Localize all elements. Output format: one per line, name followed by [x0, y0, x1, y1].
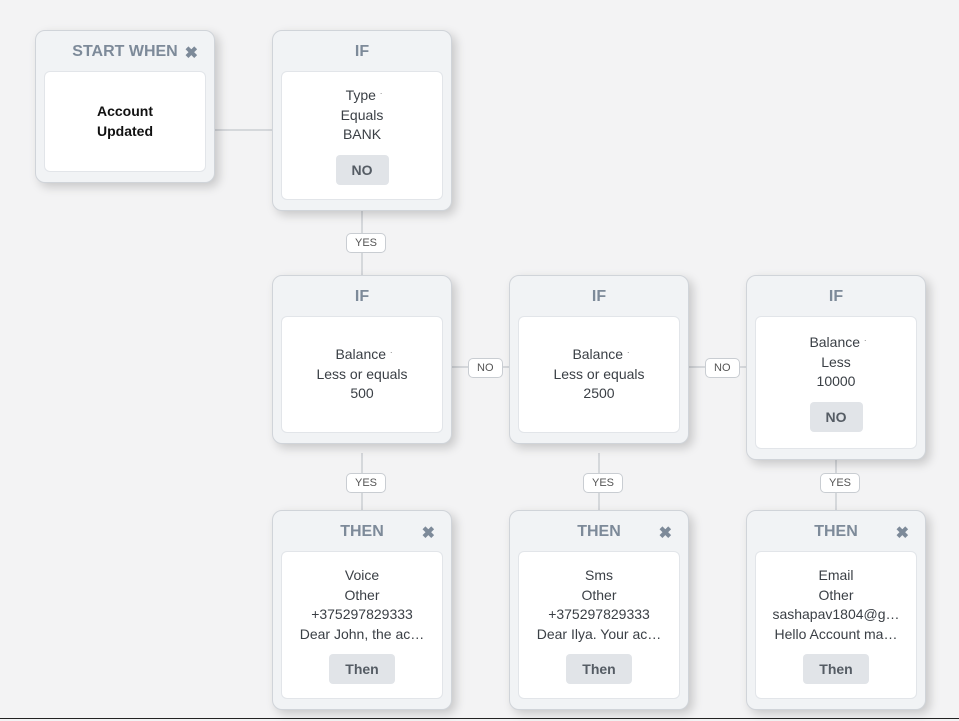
close-icon[interactable]: ✖: [422, 523, 435, 543]
then3-l1: Email: [766, 566, 906, 586]
then3-l2: Other: [766, 586, 906, 606]
node-then3-title: THEN: [814, 523, 858, 540]
then2-l1: Sms: [529, 566, 669, 586]
node-then1-header: THEN ✖: [281, 517, 443, 551]
node-if4-header: IF: [755, 282, 917, 316]
edge-label-yes-1: YES: [346, 233, 386, 253]
if3-op: Less or equals: [529, 365, 669, 385]
node-if2-header: IF: [281, 282, 443, 316]
close-icon[interactable]: ✖: [185, 43, 198, 63]
start-line1: Account: [97, 103, 153, 119]
node-if-1[interactable]: IF Type. Equals BANK NO: [272, 30, 452, 211]
edge-label-no-2: NO: [705, 358, 740, 378]
node-if-3[interactable]: IF Balance. Less or equals 2500: [509, 275, 689, 444]
node-then2-title: THEN: [577, 523, 621, 540]
if4-no-button[interactable]: NO: [810, 402, 863, 432]
edge-label-yes-4: YES: [820, 473, 860, 493]
if4-field: Balance: [809, 334, 860, 350]
dot-icon: .: [390, 345, 393, 355]
node-start-header: START WHEN ✖: [44, 37, 206, 71]
if4-op: Less: [766, 353, 906, 373]
node-if2-title: IF: [355, 288, 369, 305]
node-if4-title: IF: [829, 288, 843, 305]
then2-l3: +375297829333: [529, 605, 669, 625]
flow-canvas: START WHEN ✖ Account Updated IF Type. Eq…: [0, 0, 959, 721]
if1-no-button[interactable]: NO: [336, 155, 389, 185]
then3-l4: Hello Account ma…: [766, 625, 906, 645]
node-if4-body: Balance. Less 10000 NO: [755, 316, 917, 449]
then1-l2: Other: [292, 586, 432, 606]
dot-icon: .: [627, 345, 630, 355]
if1-value: BANK: [292, 125, 432, 145]
if2-value: 500: [292, 384, 432, 404]
close-icon[interactable]: ✖: [659, 523, 672, 543]
node-then3-header: THEN ✖: [755, 517, 917, 551]
if2-field: Balance: [335, 346, 386, 362]
node-start[interactable]: START WHEN ✖ Account Updated: [35, 30, 215, 183]
edge-label-yes-2: YES: [346, 473, 386, 493]
node-if1-title: IF: [355, 43, 369, 60]
node-then-3[interactable]: THEN ✖ Email Other sashapav1804@g… Hello…: [746, 510, 926, 710]
node-if2-body: Balance. Less or equals 500: [281, 316, 443, 433]
then1-button[interactable]: Then: [329, 654, 394, 684]
start-line2: Updated: [97, 123, 153, 139]
then3-l3: sashapav1804@g…: [766, 605, 906, 625]
if1-op: Equals: [292, 106, 432, 126]
node-start-body: Account Updated: [44, 71, 206, 172]
then2-button[interactable]: Then: [566, 654, 631, 684]
edge-label-yes-3: YES: [583, 473, 623, 493]
dot-icon: .: [380, 86, 383, 96]
footer-divider: [0, 718, 959, 719]
then1-l1: Voice: [292, 566, 432, 586]
close-icon[interactable]: ✖: [896, 523, 909, 543]
node-if-4[interactable]: IF Balance. Less 10000 NO: [746, 275, 926, 460]
then2-l2: Other: [529, 586, 669, 606]
if3-field: Balance: [572, 346, 623, 362]
then3-button[interactable]: Then: [803, 654, 868, 684]
node-if3-body: Balance. Less or equals 2500: [518, 316, 680, 433]
node-if1-header: IF: [281, 37, 443, 71]
if3-value: 2500: [529, 384, 669, 404]
node-then2-body: Sms Other +375297829333 Dear Ilya. Your …: [518, 551, 680, 699]
if1-field: Type: [346, 87, 376, 103]
dot-icon: .: [864, 333, 867, 343]
node-then2-header: THEN ✖: [518, 517, 680, 551]
node-if3-title: IF: [592, 288, 606, 305]
then1-l4: Dear John, the ac…: [292, 625, 432, 645]
if2-op: Less or equals: [292, 365, 432, 385]
if4-value: 10000: [766, 372, 906, 392]
node-then-1[interactable]: THEN ✖ Voice Other +375297829333 Dear Jo…: [272, 510, 452, 710]
then1-l3: +375297829333: [292, 605, 432, 625]
node-if-2[interactable]: IF Balance. Less or equals 500: [272, 275, 452, 444]
node-then1-body: Voice Other +375297829333 Dear John, the…: [281, 551, 443, 699]
node-then1-title: THEN: [340, 523, 384, 540]
node-if3-header: IF: [518, 282, 680, 316]
edge-label-no-1: NO: [468, 358, 503, 378]
node-if1-body: Type. Equals BANK NO: [281, 71, 443, 200]
then2-l4: Dear Ilya. Your ac…: [529, 625, 669, 645]
node-then-2[interactable]: THEN ✖ Sms Other +375297829333 Dear Ilya…: [509, 510, 689, 710]
node-then3-body: Email Other sashapav1804@g… Hello Accoun…: [755, 551, 917, 699]
node-start-title: START WHEN: [72, 43, 177, 60]
